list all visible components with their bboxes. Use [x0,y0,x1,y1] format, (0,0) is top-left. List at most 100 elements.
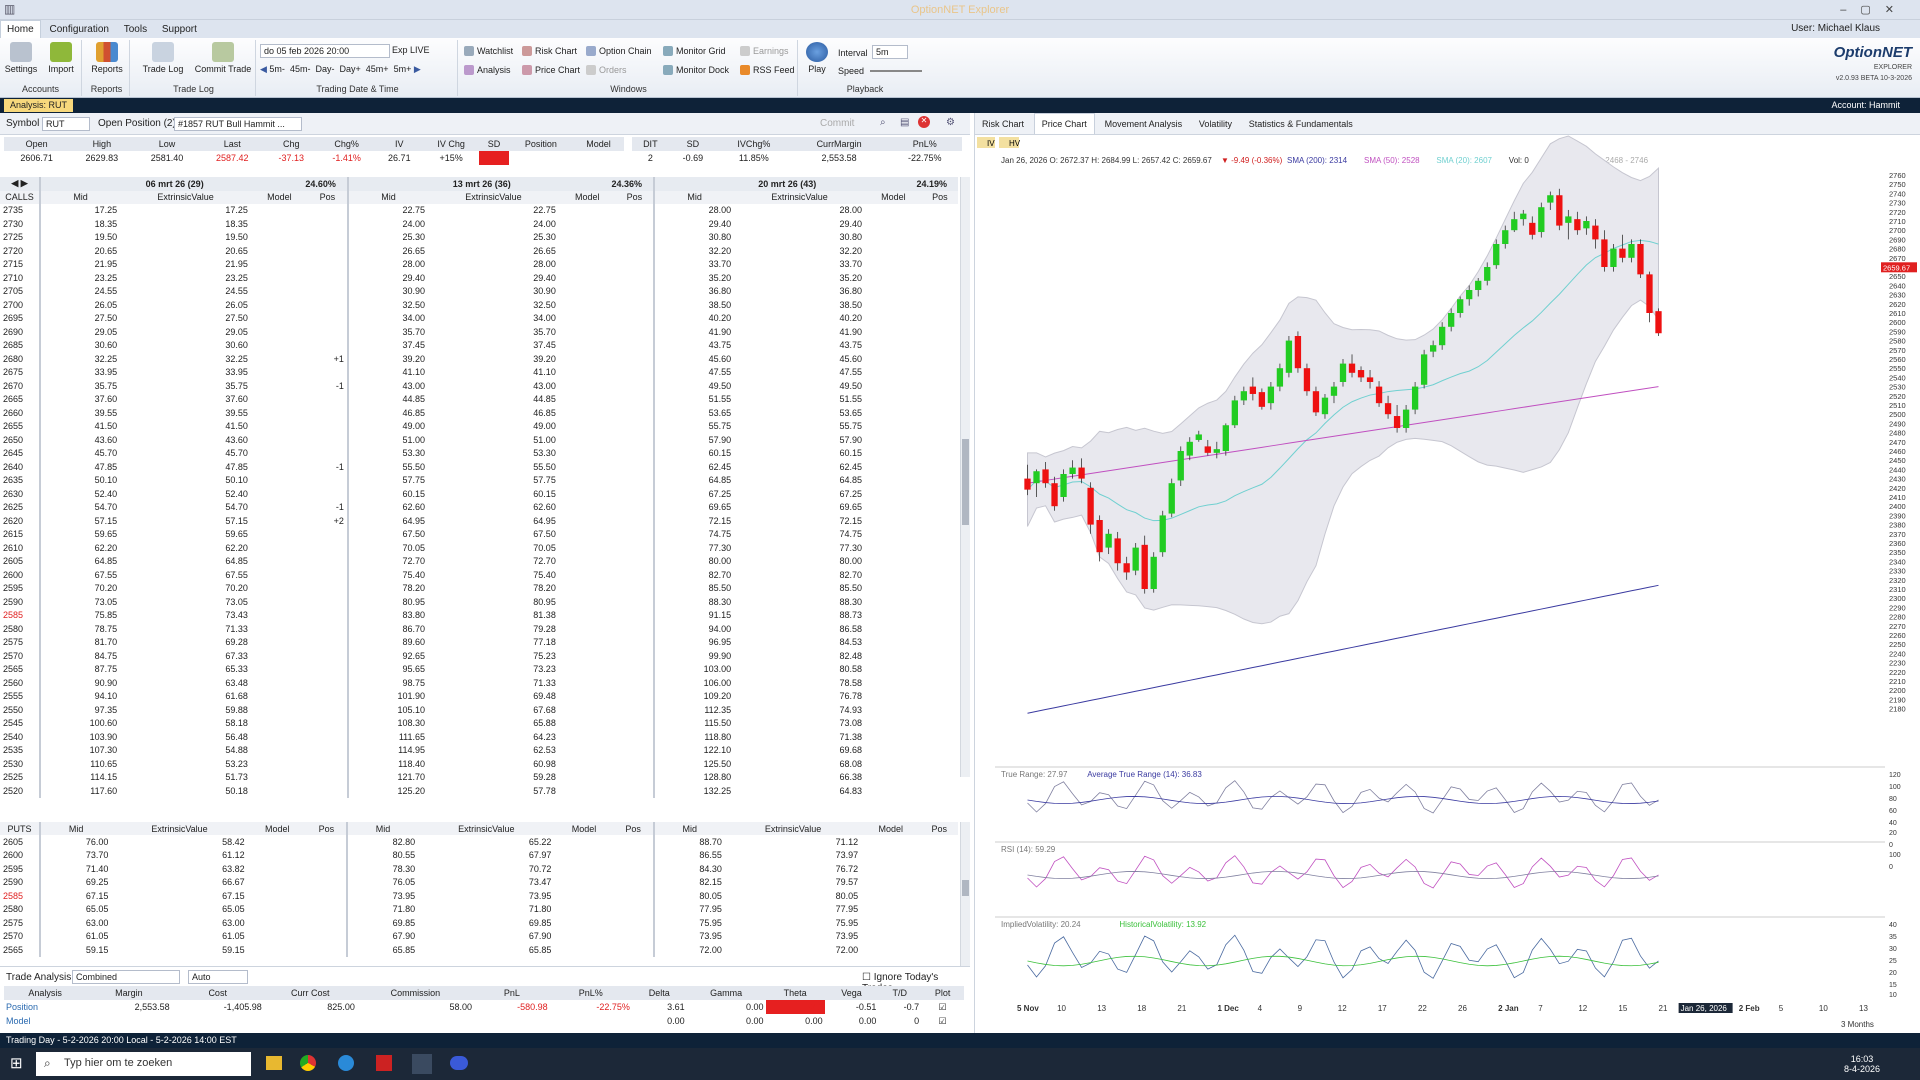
chain-cell[interactable] [922,501,958,515]
chain-cell[interactable] [559,528,616,542]
chain-cell[interactable] [251,636,308,650]
chain-row[interactable]: 2655 41.50 41.50 49.00 49.00 55.75 55.75 [0,419,958,433]
chain-cell[interactable]: +1 [308,352,348,366]
chain-cell[interactable]: 29.40 [346,271,429,285]
chain-cell[interactable]: 30.80 [734,231,865,245]
chain-cell[interactable]: 125.50 [653,757,735,771]
calls-scrollbar[interactable] [960,177,970,777]
chain-cell[interactable] [251,460,308,474]
chain-cell[interactable]: 57.75 [428,474,559,488]
chain-cell[interactable] [554,849,613,863]
chain-row[interactable]: 2715 21.95 21.95 28.00 28.00 33.70 33.70 [0,257,958,271]
ta-cell[interactable]: ☑ [921,1000,964,1014]
exp-live-toggle[interactable]: Exp LIVE [392,45,430,55]
chain-cell[interactable]: 73.05 [38,595,121,609]
puts-scroll-thumb[interactable] [962,880,969,896]
chain-cell[interactable] [920,849,958,863]
chain-cell[interactable]: 44.85 [428,393,559,407]
chain-cell[interactable] [308,217,348,231]
chain-row[interactable]: 2575 63.00 63.00 69.85 69.85 75.95 75.95 [0,916,958,930]
chain-cell[interactable]: 22.75 [346,203,429,217]
expiry-header[interactable]: 13 mrt 26 (36) 24.36% [346,177,655,191]
chain-cell[interactable] [865,676,922,690]
chain-cell[interactable] [251,433,308,447]
chain-cell[interactable]: 41.90 [653,325,735,339]
chain-cell[interactable] [922,528,958,542]
chain-cell[interactable] [616,582,654,596]
chain-cell[interactable] [308,406,348,420]
chain-cell[interactable]: 30.90 [346,284,429,298]
chain-cell[interactable]: 82.80 [345,835,419,849]
chain-cell[interactable]: 44.85 [346,392,429,406]
chain-cell[interactable]: 34.00 [346,311,429,325]
step-45m-back[interactable]: 45m- [290,64,311,74]
chain-cell[interactable] [616,433,654,447]
chain-cell[interactable]: 80.95 [346,595,429,609]
chain-cell[interactable]: 82.15 [652,875,725,889]
chain-cell[interactable] [922,406,958,420]
chain-cell[interactable] [554,930,613,944]
chain-row[interactable]: 2605 76.00 58.42 82.80 65.22 88.70 71.12 [0,835,958,849]
chain-cell[interactable] [559,541,616,555]
chain-cell[interactable] [616,703,654,717]
chain-cell[interactable]: 35.75 [120,379,251,393]
chain-cell[interactable]: 32.25 [38,352,121,366]
chain-cell[interactable]: 59.88 [120,703,251,717]
chain-cell[interactable] [307,943,347,957]
date-picker[interactable]: do 05 feb 2026 20:00 [260,44,390,58]
chain-cell[interactable] [922,460,958,474]
chain-cell[interactable] [251,393,308,407]
chain-cell[interactable] [616,460,654,474]
chain-cell[interactable]: 96.95 [653,635,735,649]
chain-cell[interactable]: 61.12 [111,849,247,863]
chain-row[interactable]: 2590 73.05 73.05 80.95 80.95 88.30 88.30 [0,595,958,609]
chain-cell[interactable]: 34.00 [428,312,559,326]
chain-row[interactable]: 2575 81.70 69.28 89.60 77.18 96.95 84.53 [0,635,958,650]
chain-cell[interactable]: 103.00 [653,662,735,676]
chain-cell[interactable]: 112.35 [653,703,735,717]
import-button[interactable]: Import [42,42,80,74]
chain-cell[interactable]: 72.00 [652,943,725,957]
document-tab-analysis[interactable]: Analysis: RUT [4,99,74,112]
chain-cell[interactable] [616,244,654,258]
chain-cell[interactable]: 50.18 [120,784,251,798]
chain-cell[interactable] [616,676,654,690]
chain-cell[interactable] [616,528,654,542]
chain-cell[interactable]: 73.43 [120,609,251,623]
chain-cell[interactable]: 67.50 [428,528,559,542]
chain-cell[interactable] [616,231,654,245]
chain-cell[interactable] [251,244,308,258]
chain-cell[interactable] [865,433,922,447]
trade-log-button[interactable]: Trade Log [138,42,188,74]
chain-row[interactable]: 2580 78.75 71.33 86.70 79.28 94.00 86.58 [0,622,958,636]
chain-cell[interactable] [922,312,958,326]
chain-row[interactable]: 2640 47.85 47.85 -1 55.50 55.50 62.45 62.45 [0,460,958,474]
chain-cell[interactable] [616,744,654,758]
chain-cell[interactable] [920,835,958,849]
chain-cell[interactable]: 85.50 [734,582,865,596]
chain-cell[interactable]: 36.80 [653,284,735,298]
chain-cell[interactable]: 22.75 [428,204,559,218]
tab-risk-chart[interactable]: Risk Chart [975,114,1031,134]
chain-cell[interactable]: 61.05 [111,930,247,944]
chain-cell[interactable]: 84.75 [38,649,121,663]
chain-cell[interactable] [307,889,347,903]
chain-cell[interactable]: 54.70 [120,501,251,515]
chain-cell[interactable] [865,474,922,488]
chain-cell[interactable]: 63.48 [120,676,251,690]
chain-cell[interactable]: 40.20 [653,311,735,325]
chain-cell[interactable] [559,487,616,501]
chain-cell[interactable]: 57.75 [346,473,429,487]
chain-cell[interactable] [248,916,307,930]
chain-cell[interactable] [308,663,348,677]
chain-cell[interactable] [616,771,654,785]
chain-cell[interactable]: 46.85 [346,406,429,420]
chain-cell[interactable] [920,876,958,890]
chain-cell[interactable] [559,784,616,798]
chain-cell[interactable] [308,474,348,488]
chain-cell[interactable]: 86.58 [734,622,865,636]
chain-cell[interactable] [251,730,308,744]
chain-cell[interactable] [559,649,616,663]
chain-row[interactable]: 2635 50.10 50.10 57.75 57.75 64.85 64.85 [0,473,958,488]
chain-cell[interactable]: 64.85 [38,554,121,568]
